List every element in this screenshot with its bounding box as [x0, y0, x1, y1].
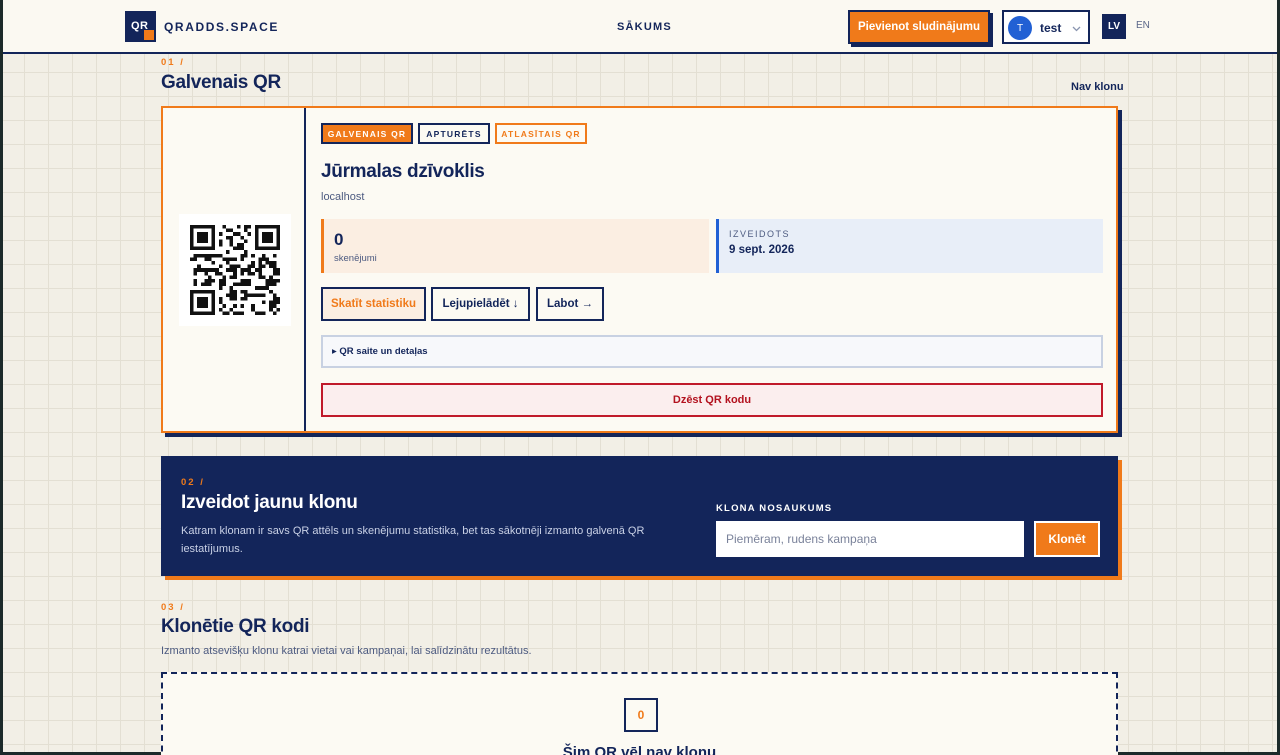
- logo[interactable]: QR: [125, 11, 156, 42]
- section-number: 02 /: [181, 477, 205, 488]
- created-date: 9 sept. 2026: [729, 244, 795, 256]
- qr-details-toggle[interactable]: ▸ QR saite un detaļas: [321, 335, 1103, 368]
- section-title: Izveidot jaunu klonu: [181, 492, 358, 513]
- qr-code-graphic: [190, 225, 280, 315]
- download-button[interactable]: Lejupielādēt ↓: [431, 287, 530, 321]
- paused-badge: APTURĒTS: [418, 123, 490, 144]
- qr-code-image[interactable]: [179, 214, 291, 326]
- brand-name[interactable]: QRADDS.SPACE: [164, 20, 279, 34]
- clones-empty-state: 0 Šim QR vēl nav klonu: [161, 672, 1118, 755]
- section-number: 03 /: [161, 602, 185, 613]
- section-description: Izmanto atsevišķu klonu katrai vietai va…: [161, 645, 532, 657]
- nav-link-home[interactable]: SĀKUMS: [617, 21, 672, 33]
- clone-count: 0: [624, 698, 658, 732]
- edit-button[interactable]: Labot →: [536, 287, 604, 321]
- scans-count: 0: [334, 230, 344, 249]
- avatar: T: [1008, 16, 1032, 40]
- logo-corner-accent: [144, 30, 154, 40]
- main-qr-badge: GALVENAIS QR: [321, 123, 413, 144]
- scans-label: skenējumi: [334, 253, 377, 264]
- clone-button[interactable]: Klonēt: [1034, 521, 1100, 557]
- scans-stat: 0 skenējumi: [321, 219, 709, 273]
- section-number: 01 /: [161, 57, 185, 68]
- user-name: test: [1040, 21, 1062, 35]
- clone-name-input[interactable]: [716, 521, 1024, 557]
- created-stat: IZVEIDOTS 9 sept. 2026: [716, 219, 1103, 273]
- top-navigation: QR QRADDS.SPACE SĀKUMS Pievienot sludinā…: [3, 0, 1277, 54]
- section-description: Katram klonam ir savs QR attēls un skenē…: [181, 525, 645, 555]
- created-label: IZVEIDOTS: [729, 229, 791, 239]
- language-lv-button[interactable]: LV: [1102, 14, 1126, 39]
- user-menu[interactable]: T test: [1002, 10, 1090, 44]
- selected-qr-badge: ATLASĪTAIS QR: [495, 123, 587, 144]
- empty-state-text: Šim QR vēl nav klonu: [562, 744, 717, 755]
- section-title: Klonētie QR kodi: [161, 616, 310, 637]
- add-listing-button[interactable]: Pievienot sludinājumu: [848, 10, 990, 44]
- clone-status: Nav klonu: [1071, 81, 1124, 93]
- main-qr-card: GALVENAIS QR APTURĒTS ATLASĪTAIS QR Jūrm…: [161, 106, 1118, 433]
- qr-title: Jūrmalas dzīvoklis: [321, 161, 485, 182]
- section-title: Galvenais QR: [161, 72, 281, 93]
- clone-name-label: KLONA NOSAUKUMS: [716, 503, 833, 514]
- create-clone-panel: 02 / Izveidot jaunu klonu Katram klonam …: [161, 456, 1118, 576]
- language-en-button[interactable]: EN: [1136, 20, 1150, 31]
- view-statistics-button[interactable]: Skatīt statistiku: [321, 287, 426, 321]
- delete-qr-button[interactable]: Dzēst QR kodu: [321, 383, 1103, 417]
- chevron-down-icon: [1072, 19, 1081, 42]
- qr-host: localhost: [321, 191, 365, 203]
- qr-image-column: [163, 108, 306, 431]
